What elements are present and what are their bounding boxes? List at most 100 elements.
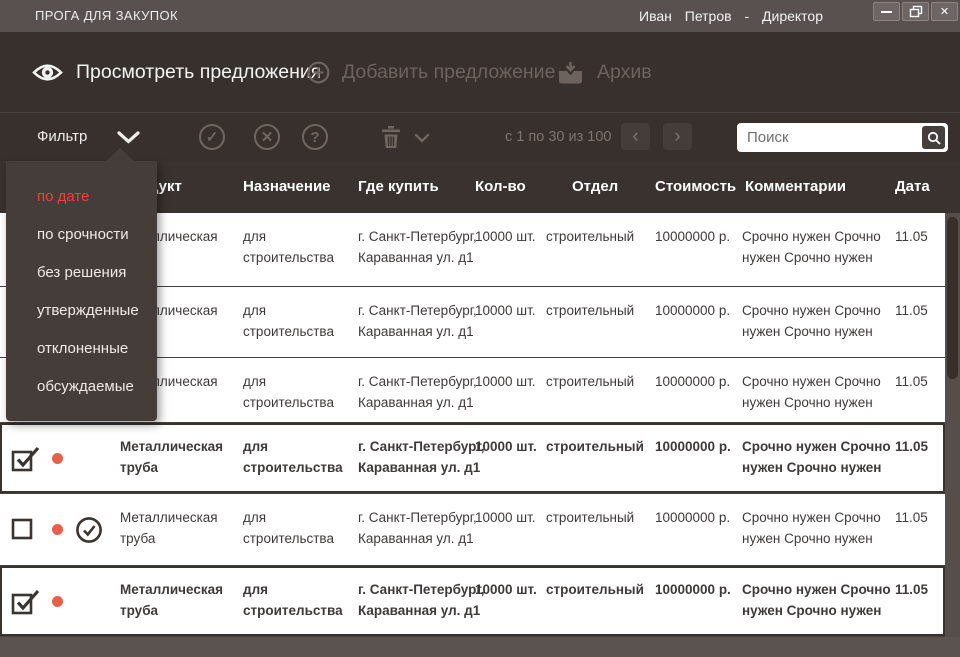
column-header-where-to-buy: Где купить (358, 161, 439, 213)
cell-date: 11.05 (895, 226, 943, 247)
user-info: Иван Петров - Директор (639, 0, 823, 32)
search-input[interactable] (747, 123, 915, 152)
cell-date: 11.05 (895, 436, 943, 457)
delete-button[interactable] (381, 125, 401, 149)
cell-comment: Срочно нужен Срочно нужен Срочно нужен (742, 226, 900, 268)
nav-bar: Просмотреть предложения Добавить предлож… (0, 32, 960, 113)
urgency-dot (52, 423, 63, 493)
filter-dropdown-trigger[interactable]: Фильтр (37, 113, 87, 161)
filter-dropdown-menu: по дате по срочности без решения утвержд… (6, 161, 157, 421)
nav-archive[interactable]: Архив (556, 32, 652, 112)
cell-comment: Срочно нужен Срочно нужен Срочно нужен (742, 579, 900, 621)
next-page-button[interactable]: › (663, 123, 692, 150)
cell-where: г. Санкт-Петербург, Караванная ул. д1 (358, 507, 490, 549)
filter-option-approved[interactable]: утвержденные (6, 292, 157, 330)
cell-comment: Срочно нужен Срочно нужен Срочно нужен (742, 436, 900, 478)
table-row[interactable]: Металлическая труба для строительства г.… (0, 494, 945, 566)
delete-menu-chevron-icon[interactable] (414, 133, 430, 143)
plus-circle-icon (307, 61, 330, 84)
cell-comment: Срочно нужен Срочно нужен Срочно нужен (742, 507, 900, 549)
toolbar: Фильтр ✓ ✕ ? с 1 по 30 из 100 ‹ › (0, 113, 960, 161)
eye-icon (32, 61, 63, 84)
trash-icon (381, 125, 401, 149)
cell-department: строительный (546, 371, 651, 392)
cell-comment: Срочно нужен Срочно нужен Срочно нужен (742, 300, 900, 342)
filter-option-rejected[interactable]: отклоненные (6, 330, 157, 368)
app-title: ПРОГА ДЛЯ ЗАКУПОК (35, 0, 178, 32)
filter-option-by-urgency[interactable]: по срочности (6, 216, 157, 254)
filter-option-no-decision[interactable]: без решения (6, 254, 157, 292)
row-checkbox[interactable] (11, 494, 35, 565)
nav-view-offers[interactable]: Просмотреть предложения (32, 32, 321, 112)
cell-department: строительный (546, 436, 651, 457)
cell-where: г. Санкт-Петербург, Караванная ул. д1 (358, 300, 490, 342)
filter-option-discussed[interactable]: обсуждаемые (6, 368, 157, 406)
nav-add-offer[interactable]: Добавить предложение (307, 32, 555, 112)
cell-cost: 10000000 р. (655, 226, 741, 247)
cell-where: г. Санкт-Петербург, Караванная ул. д1 (358, 371, 490, 413)
bottom-bar (0, 637, 960, 657)
filter-option-by-date[interactable]: по дате (6, 178, 157, 216)
cell-comment: Срочно нужен Срочно нужен Срочно нужен (742, 371, 900, 413)
scrollbar-track[interactable] (945, 213, 960, 637)
restore-button[interactable] (902, 2, 929, 21)
cell-quantity: 10000 шт. (475, 579, 545, 600)
cell-product: Металлическая труба (120, 579, 232, 621)
search-icon (927, 131, 941, 145)
search-box (737, 123, 948, 152)
cell-quantity: 10000 шт. (475, 300, 545, 321)
cell-cost: 10000000 р. (655, 371, 741, 392)
cell-cost: 10000000 р. (655, 436, 741, 457)
scrollbar-thumb[interactable] (947, 217, 958, 379)
cell-cost: 10000000 р. (655, 300, 741, 321)
help-button[interactable]: ? (302, 124, 328, 150)
reject-selected-button[interactable]: ✕ (254, 124, 280, 150)
restore-icon (909, 5, 923, 18)
chevron-down-icon[interactable] (117, 131, 140, 144)
prev-page-button[interactable]: ‹ (621, 123, 650, 150)
column-header-department: Отдел (572, 161, 618, 213)
cell-quantity: 10000 шт. (475, 436, 545, 457)
cell-date: 11.05 (895, 579, 943, 600)
cell-where: г. Санкт-Петербург, Караванная ул. д1 (358, 436, 490, 478)
archive-icon (556, 61, 585, 84)
check-circle-icon (75, 516, 103, 544)
cell-department: строительный (546, 579, 651, 600)
cell-purpose: для строительства (243, 226, 345, 268)
cell-where: г. Санкт-Петербург, Караванная ул. д1 (358, 579, 490, 621)
cell-purpose: для строительства (243, 300, 345, 342)
nav-archive-label: Архив (597, 61, 652, 84)
table-row-selected[interactable]: Металлическая труба для строительства г.… (0, 566, 945, 637)
urgency-dot (52, 494, 63, 565)
cell-product: Металлическая труба (120, 436, 232, 478)
approve-selected-button[interactable]: ✓ (199, 124, 225, 150)
row-checkbox-checked[interactable] (11, 423, 41, 493)
app-window: ПРОГА ДЛЯ ЗАКУПОК Иван Петров - Директор… (0, 0, 960, 657)
checkbox-checked-icon (11, 588, 41, 615)
cell-date: 11.05 (895, 507, 943, 528)
cell-purpose: для строительства (243, 579, 345, 621)
nav-view-offers-label: Просмотреть предложения (76, 61, 321, 84)
cell-where: г. Санкт-Петербург, Караванная ул. д1 (358, 226, 490, 268)
cell-cost: 10000000 р. (655, 579, 741, 600)
column-header-comments: Комментарии (745, 161, 846, 213)
table-row-selected[interactable]: Металлическая труба для строительства г.… (0, 423, 945, 494)
cell-quantity: 10000 шт. (475, 507, 545, 528)
cell-quantity: 10000 шт. (475, 226, 545, 247)
checkbox-checked-icon (11, 445, 41, 472)
window-controls: ✕ (873, 2, 958, 21)
row-checkbox-checked[interactable] (11, 566, 41, 636)
close-button[interactable]: ✕ (931, 2, 958, 21)
cell-purpose: для строительства (243, 371, 345, 413)
search-button[interactable] (922, 126, 945, 149)
pagination-status: с 1 по 30 из 100 (505, 113, 611, 161)
title-bar: ПРОГА ДЛЯ ЗАКУПОК Иван Петров - Директор… (0, 0, 960, 32)
minimize-button[interactable] (873, 2, 900, 21)
minimize-icon (881, 11, 892, 13)
checkbox-icon (11, 518, 35, 542)
cell-cost: 10000000 р. (655, 507, 741, 528)
filter-menu-pointer (106, 148, 134, 161)
column-header-cost: Стоимость (655, 161, 736, 213)
nav-add-offer-label: Добавить предложение (342, 61, 555, 84)
cell-department: строительный (546, 300, 651, 321)
